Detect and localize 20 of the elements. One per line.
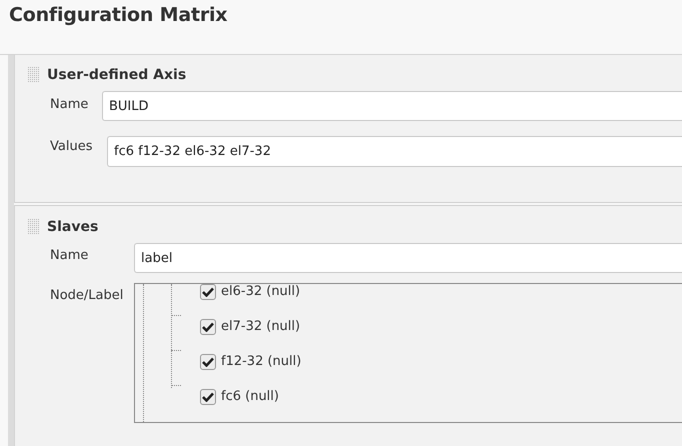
checkbox[interactable] [200,388,216,404]
field-label: Values [49,138,94,154]
values-field[interactable]: fc6 f12-32 el6-32 el7-32 [107,136,682,167]
section-title: Slaves [47,219,98,235]
drag-handle-icon[interactable] [28,67,39,83]
section-title: User-defined Axis [47,67,186,83]
name-field[interactable]: BUILD [102,91,682,121]
checkbox[interactable] [200,318,216,334]
checkbox[interactable] [200,354,216,370]
tree-item-label[interactable]: el7-32 (null) [221,319,300,334]
tree-item-label[interactable]: f12-32 (null) [221,354,302,369]
checkbox[interactable] [200,284,216,300]
drag-handle-icon[interactable] [28,219,39,235]
tree-item-label[interactable]: fc6 (null) [221,389,279,404]
page-title: Configuration Matrix [9,4,228,26]
field-label: Name [49,247,90,263]
tree-item-label[interactable]: el6-32 (null) [221,284,300,299]
field-label: Name [49,96,90,112]
field-label: Node/Label [49,287,124,303]
name-field[interactable]: label [134,243,682,273]
